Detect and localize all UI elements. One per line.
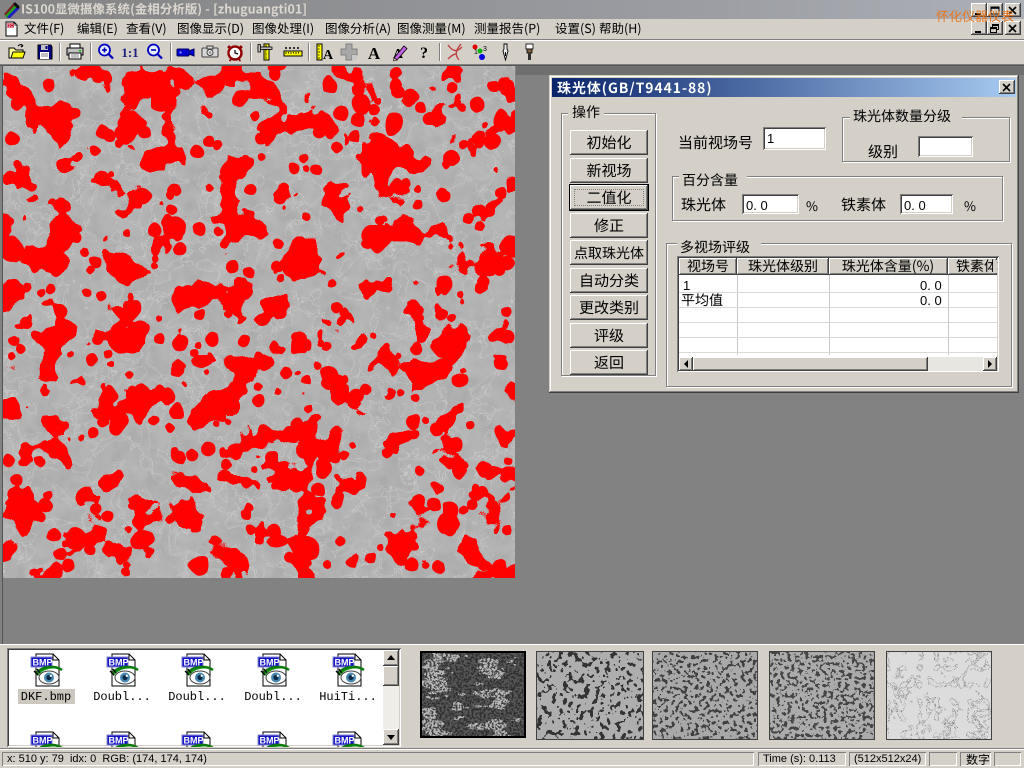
svg-text:1:1: 1:1 [121,45,138,60]
svg-text:DOC: DOC [7,23,18,28]
svg-text:1: 1 [474,49,478,56]
svg-text:?: ? [420,45,428,62]
svg-text:A: A [368,44,381,62]
svg-text:3: 3 [483,46,487,53]
svg-text:A: A [323,48,334,62]
